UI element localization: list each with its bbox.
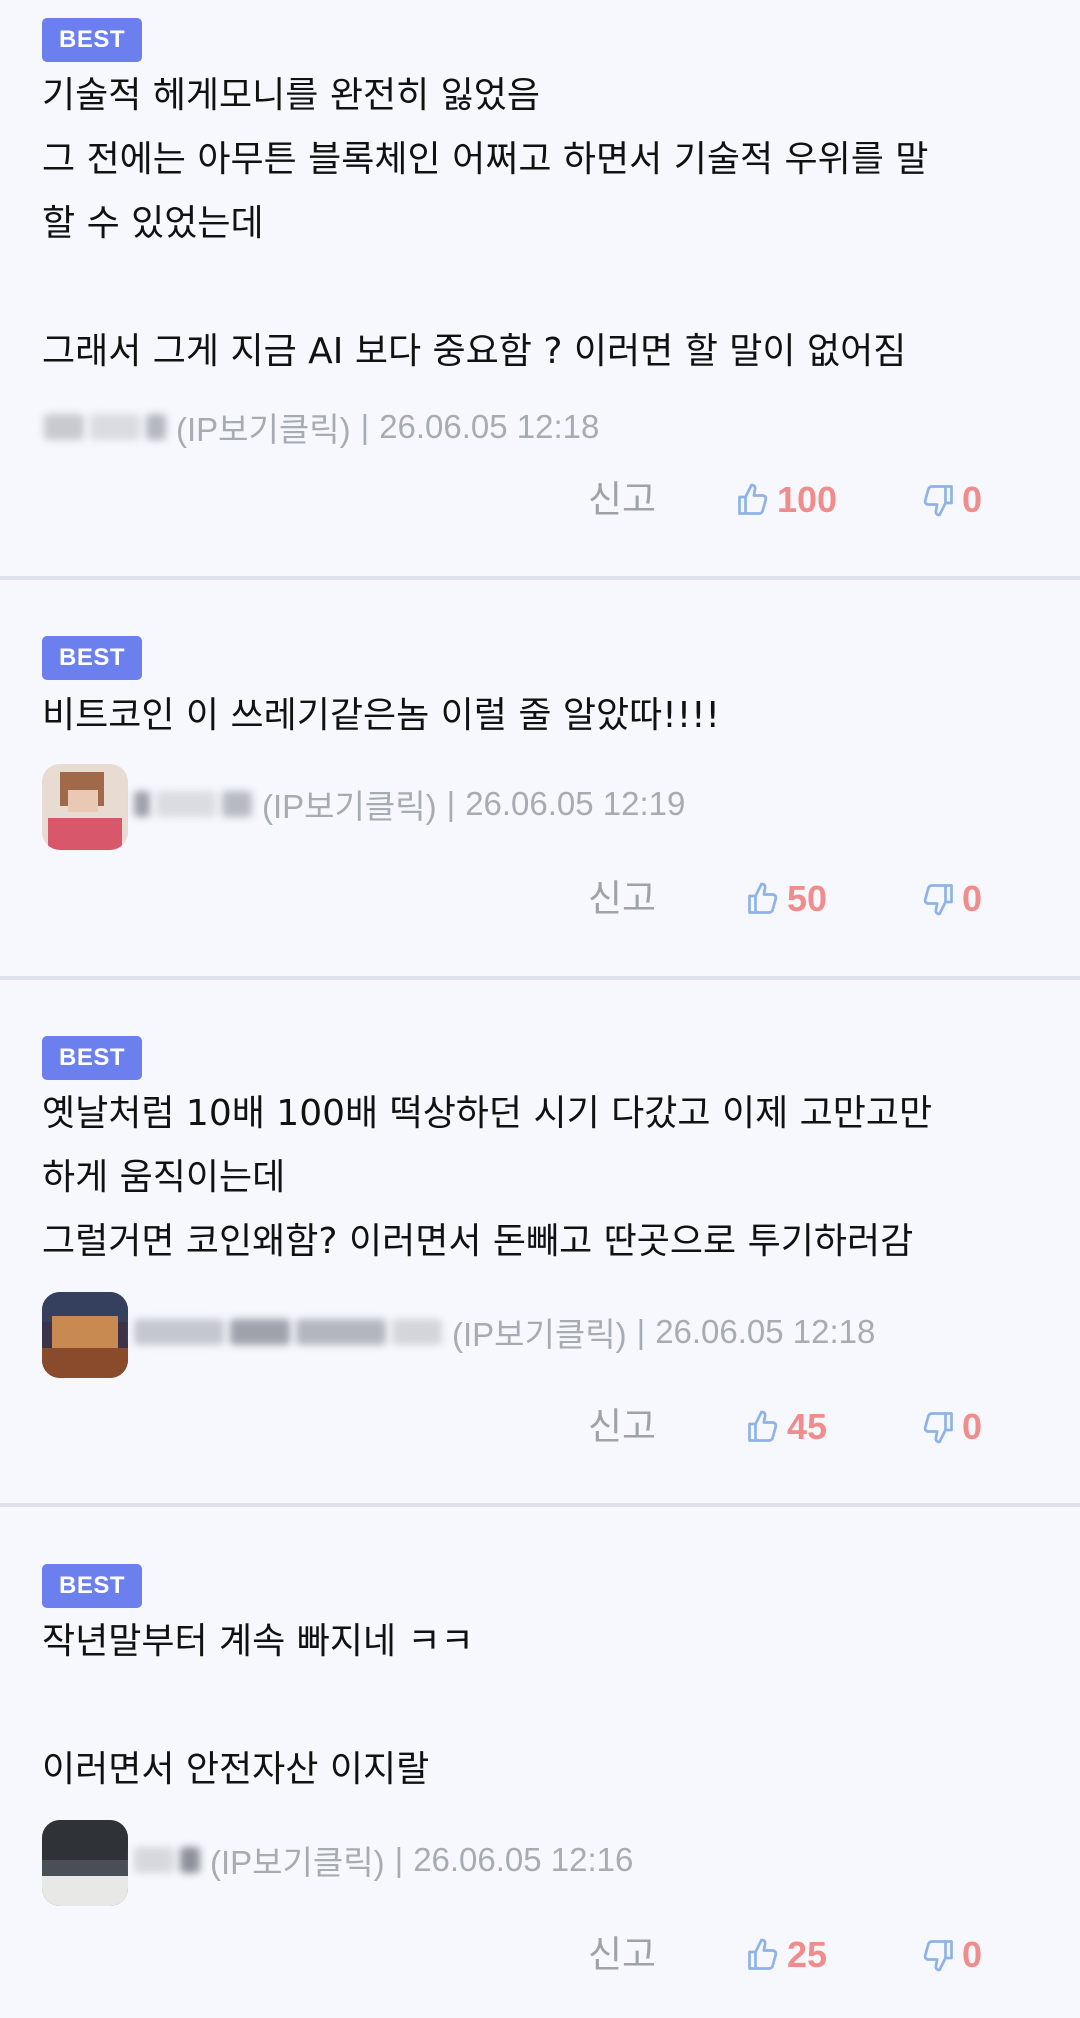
thumbs-up-icon [738, 483, 768, 515]
dislike-count: 0 [962, 479, 983, 520]
masked-username [134, 1847, 174, 1873]
masked-username [134, 1319, 224, 1345]
masked-username [156, 791, 216, 817]
comment-actions: 신고 25 0 [0, 1925, 1080, 1985]
thumbs-down-icon [923, 485, 953, 517]
comment-text: 옛날처럼 10배 100배 떡상하던 시기 다갔고 이제 고만고만 하게 움직이… [42, 1082, 1042, 1274]
comment-divider [0, 976, 1080, 980]
meta-separator: | [446, 785, 456, 822]
masked-username [222, 791, 252, 817]
thumbs-down-icon [923, 1412, 953, 1444]
meta-separator: | [394, 1841, 404, 1878]
avatar-pixel [42, 1876, 128, 1906]
like-count: 100 [777, 479, 838, 520]
avatar-pixel [42, 1820, 128, 1860]
comment-line: 하게 움직이는데 [42, 1157, 286, 1198]
comment-line: 옛날처럼 10배 100배 떡상하던 시기 다갔고 이제 고만고만 [42, 1093, 933, 1134]
comment-date: 26.06.05 12:18 [655, 1313, 876, 1350]
masked-username [44, 414, 84, 440]
avatar-pixel [68, 790, 98, 812]
thumbs-down-icon [923, 884, 953, 916]
comment-date: 26.06.05 12:16 [413, 1841, 634, 1878]
comment-text: 기술적 헤게모니를 완전히 잃었음 그 전에는 아무튼 블록체인 어쩌고 하면서… [42, 64, 1042, 384]
report-button[interactable]: 신고 [588, 869, 656, 929]
report-button[interactable]: 신고 [588, 1397, 656, 1457]
comment-actions: 신고 45 0 [0, 1397, 1080, 1457]
ip-view-link[interactable]: (IP보기클릭) [176, 403, 351, 451]
best-badge: BEST [42, 636, 142, 680]
dislike-button[interactable]: 0 [920, 1925, 982, 1985]
avatar[interactable] [42, 764, 128, 850]
avatar[interactable] [42, 1292, 128, 1378]
like-button[interactable]: 100 [735, 470, 837, 530]
like-count: 50 [787, 878, 828, 919]
comment-meta: (IP보기클릭) | 26.06.05 12:16 [134, 1837, 633, 1883]
comment-date: 26.06.05 12:19 [465, 785, 686, 822]
meta-separator: | [360, 408, 370, 445]
like-button[interactable]: 45 [745, 1397, 827, 1457]
comment-line: 이러면서 안전자산 이지랄 [42, 1749, 430, 1790]
ip-view-link[interactable]: (IP보기클릭) [452, 1308, 627, 1356]
best-badge: BEST [42, 1564, 142, 1608]
comment-line [42, 1674, 1042, 1738]
ip-view-link[interactable]: (IP보기클릭) [262, 780, 437, 828]
avatar[interactable] [42, 1820, 128, 1906]
comment-meta: (IP보기클릭) | 26.06.05 12:18 [134, 1309, 875, 1355]
dislike-count: 0 [962, 878, 983, 919]
comment-meta: (IP보기클릭) | 26.06.05 12:18 [44, 404, 599, 450]
like-button[interactable]: 50 [745, 869, 827, 929]
like-count: 25 [787, 1934, 828, 1975]
comment-date: 26.06.05 12:18 [379, 408, 600, 445]
comment-line: 그럴거면 코인왜함? 이러면서 돈빼고 딴곳으로 투기하러감 [42, 1221, 914, 1262]
comment-text: 비트코인 이 쓰레기같은놈 이럴 줄 알았따!!!! [42, 684, 1042, 748]
masked-username [180, 1847, 200, 1873]
thumbs-down-icon [923, 1940, 953, 1972]
report-button[interactable]: 신고 [588, 470, 656, 530]
comment-line: 비트코인 이 쓰레기같은놈 이럴 줄 알았따!!!! [42, 695, 720, 736]
comment-line: 그 전에는 아무튼 블록체인 어쩌고 하면서 기술적 우위를 말 [42, 139, 929, 180]
dislike-count: 0 [962, 1934, 983, 1975]
comment-line: 할 수 있었는데 [42, 203, 264, 244]
best-badge: BEST [42, 1036, 142, 1080]
meta-separator: | [636, 1313, 646, 1350]
dislike-button[interactable]: 0 [920, 1397, 982, 1457]
like-count: 45 [787, 1406, 828, 1447]
comment-text: 작년말부터 계속 빠지네 ㅋㅋ 이러면서 안전자산 이지랄 [42, 1610, 1042, 1802]
comment-actions: 신고 50 0 [0, 869, 1080, 929]
avatar-pixel [42, 1348, 128, 1378]
comment-line: 기술적 헤게모니를 완전히 잃었음 [42, 75, 541, 116]
best-badge: BEST [42, 18, 142, 62]
thumbs-up-icon [748, 1938, 778, 1970]
report-button[interactable]: 신고 [588, 1925, 656, 1985]
comment-line: 작년말부터 계속 빠지네 ㅋㅋ [42, 1621, 474, 1662]
comment-meta: (IP보기클릭) | 26.06.05 12:19 [134, 781, 685, 827]
masked-username [296, 1319, 386, 1345]
masked-username [230, 1319, 290, 1345]
masked-username [90, 414, 140, 440]
like-button[interactable]: 25 [745, 1925, 827, 1985]
dislike-count: 0 [962, 1406, 983, 1447]
comment-divider [0, 1503, 1080, 1507]
comment-actions: 신고 100 0 [0, 470, 1080, 530]
masked-username [146, 414, 166, 440]
ip-view-link[interactable]: (IP보기클릭) [210, 1836, 385, 1884]
comment-line: 그래서 그게 지금 AI 보다 중요함 ? 이러면 할 말이 없어짐 [42, 331, 907, 372]
thumbs-up-icon [748, 882, 778, 914]
dislike-button[interactable]: 0 [920, 470, 982, 530]
dislike-button[interactable]: 0 [920, 869, 982, 929]
thumbs-up-icon [748, 1410, 778, 1442]
comment-divider [0, 576, 1080, 580]
avatar-pixel [48, 818, 122, 850]
masked-username [134, 791, 150, 817]
masked-username [392, 1319, 442, 1345]
comment-line [42, 256, 1042, 320]
